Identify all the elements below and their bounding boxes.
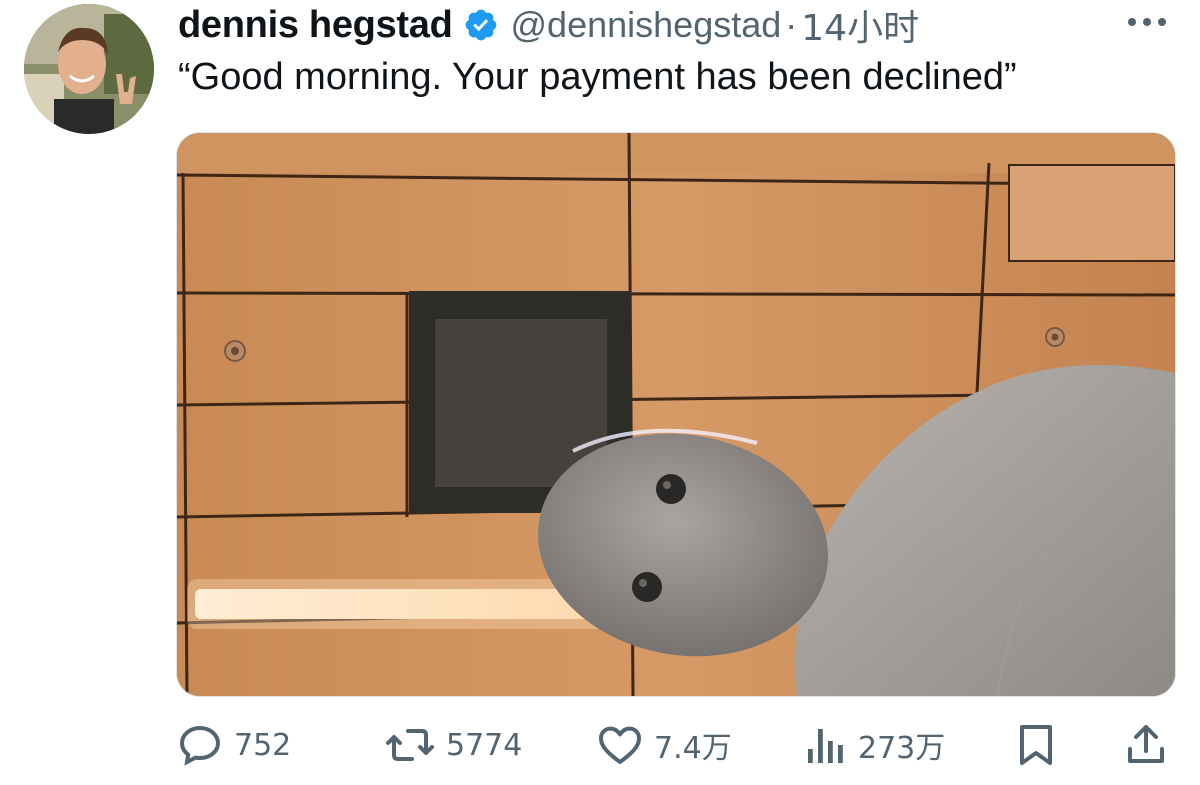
- more-dots-icon[interactable]: [1124, 10, 1170, 34]
- bookmark-icon: [1020, 725, 1052, 765]
- timestamp[interactable]: 14小时: [801, 0, 919, 51]
- retweet-arrows-icon: [386, 729, 434, 761]
- verified-badge-icon: [463, 7, 499, 43]
- views-count: 273万: [858, 731, 946, 766]
- heart-icon: [599, 726, 641, 764]
- reply-count: 752: [234, 727, 292, 763]
- retweet-count: 5774: [446, 727, 523, 763]
- like-count: 7.4万: [654, 731, 732, 766]
- reply-button[interactable]: 752: [176, 720, 291, 770]
- tweet-text: “Good morning. Your payment has been dec…: [178, 56, 1017, 98]
- handle[interactable]: @dennishegstad: [511, 4, 782, 46]
- tweet: dennis hegstad @dennishegstad · 14小时 “Go…: [0, 0, 1200, 785]
- action-bar: 752 5774 7.4万 273万: [176, 720, 1176, 770]
- speech-bubble-icon: [179, 725, 221, 766]
- bookmark-button[interactable]: [1014, 720, 1058, 770]
- tweet-media[interactable]: [176, 132, 1176, 697]
- share-button[interactable]: [1124, 720, 1168, 770]
- separator-dot: ·: [785, 4, 798, 45]
- share-upload-icon: [1128, 725, 1164, 763]
- retweet-button[interactable]: 5774: [384, 720, 522, 770]
- display-name[interactable]: dennis hegstad: [178, 4, 453, 47]
- bar-chart-icon: [808, 729, 843, 763]
- avatar[interactable]: [24, 4, 154, 134]
- views-button[interactable]: 273万: [804, 720, 945, 770]
- like-button[interactable]: 7.4万: [596, 720, 732, 770]
- tweet-header: dennis hegstad @dennishegstad · 14小时: [178, 0, 919, 50]
